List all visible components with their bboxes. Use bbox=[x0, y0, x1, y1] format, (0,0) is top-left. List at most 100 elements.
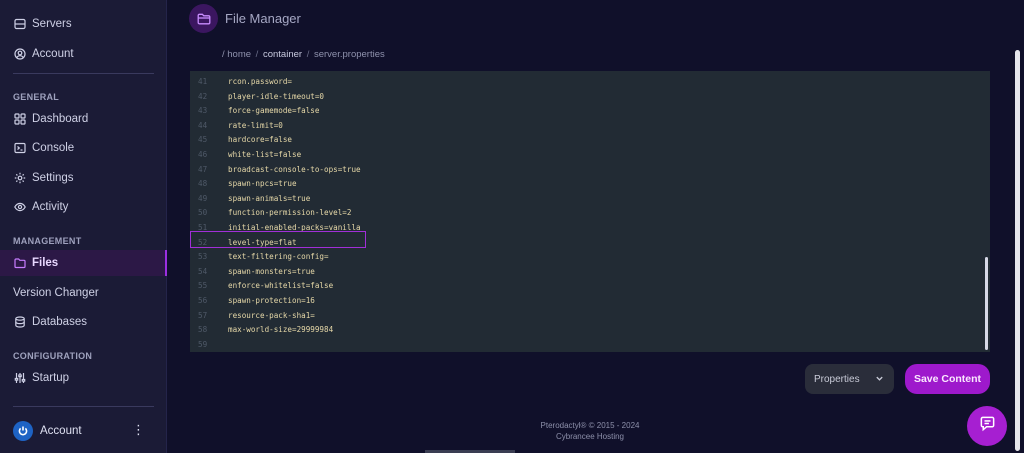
sidebar-divider bbox=[13, 73, 154, 74]
code-editor[interactable]: 41 rcon.password= 42 player-idle-timeout=0 4… bbox=[190, 71, 990, 352]
code-line[interactable]: 46 white-list=false bbox=[190, 148, 970, 163]
line-number: 53 bbox=[198, 252, 208, 262]
line-number: 45 bbox=[198, 135, 208, 145]
line-number: 55 bbox=[198, 281, 208, 291]
code-line[interactable]: 48 spawn-npcs=true bbox=[190, 177, 970, 192]
sidebar-item-account[interactable]: Account bbox=[0, 42, 167, 66]
chat-icon bbox=[979, 415, 996, 437]
code-line[interactable]: 59 bbox=[190, 338, 970, 353]
code-line[interactable]: 56 spawn-protection=16 bbox=[190, 294, 970, 309]
sliders-icon bbox=[13, 372, 26, 385]
line-code: resource-pack-sha1= bbox=[228, 310, 315, 320]
line-code: rate-limit=0 bbox=[228, 120, 283, 130]
line-number: 44 bbox=[198, 120, 208, 130]
page-title: File Manager bbox=[225, 11, 301, 26]
page-scrollbar[interactable] bbox=[1015, 50, 1020, 451]
footer-copyright: Pterodactyl® © 2015 - 2024 bbox=[540, 421, 640, 430]
sidebar-item-startup[interactable]: Startup bbox=[0, 366, 167, 390]
server-icon bbox=[13, 18, 26, 31]
mode-select-value: Properties bbox=[814, 373, 860, 385]
code-line[interactable]: 58 max-world-size=29999984 bbox=[190, 323, 970, 338]
line-number: 58 bbox=[198, 325, 208, 335]
code-line[interactable]: 55 enforce-whitelist=false bbox=[190, 279, 970, 294]
code-line[interactable]: 43 force-gamemode=false bbox=[190, 104, 970, 119]
sidebar-item-label: Servers bbox=[32, 18, 72, 30]
line-number: 48 bbox=[198, 179, 208, 189]
line-code: text-filtering-config= bbox=[228, 252, 329, 262]
line-code: spawn-animals=true bbox=[228, 193, 311, 203]
breadcrumb-file: server.properties bbox=[313, 49, 385, 60]
sidebar-item-label: Console bbox=[32, 142, 75, 154]
kebab-menu-icon[interactable]: ⋮ bbox=[132, 423, 145, 436]
line-code: spawn-protection=16 bbox=[228, 296, 315, 305]
code-line[interactable]: 53 text-filtering-config= bbox=[190, 250, 970, 265]
sidebar-item-label: Dashboard bbox=[32, 113, 89, 125]
save-content-button[interactable]: Save Content bbox=[905, 364, 990, 394]
sidebar-divider bbox=[13, 406, 154, 407]
line-number: 57 bbox=[198, 310, 208, 320]
sidebar-item-version-changer[interactable]: Version Changer bbox=[0, 281, 167, 305]
section-management: MANAGEMENT bbox=[13, 236, 82, 246]
line-code: max-world-size=29999984 bbox=[228, 325, 334, 335]
line-number: 46 bbox=[198, 150, 208, 159]
sidebar-item-console[interactable]: Console bbox=[0, 136, 167, 160]
line-code: spawn-monsters=true bbox=[228, 266, 315, 276]
sidebar-item-label: Databases bbox=[32, 316, 87, 328]
code-line[interactable]: 41 rcon.password= bbox=[190, 75, 970, 90]
sidebar-item-settings[interactable]: Settings bbox=[0, 166, 167, 190]
line-code: function-permission-level=2 bbox=[228, 208, 352, 218]
sidebar-footer-account[interactable]: Account ⋮ bbox=[0, 418, 167, 444]
line-code: force-gamemode=false bbox=[228, 106, 320, 116]
line-code: broadcast-console-to-ops=true bbox=[228, 164, 361, 174]
code-line[interactable]: 44 rate-limit=0 bbox=[190, 119, 970, 134]
sidebar-account-label: Account bbox=[40, 425, 82, 437]
folder-icon bbox=[13, 257, 26, 270]
sidebar-item-label: Activity bbox=[32, 201, 69, 213]
line-number: 59 bbox=[198, 339, 208, 349]
code-line[interactable]: 45 hardcore=false bbox=[190, 133, 970, 148]
sidebar-item-servers[interactable]: Servers bbox=[0, 12, 167, 36]
code-line[interactable]: 54 spawn-monsters=true bbox=[190, 265, 970, 280]
chat-button[interactable] bbox=[967, 406, 1007, 446]
line-code: white-list=false bbox=[228, 150, 302, 159]
code-line[interactable]: 50 function-permission-level=2 bbox=[190, 206, 970, 221]
sidebar-item-databases[interactable]: Databases bbox=[0, 310, 167, 334]
gear-icon bbox=[13, 172, 26, 185]
line-number: 49 bbox=[198, 193, 208, 203]
line-code: enforce-whitelist=false bbox=[228, 281, 334, 291]
line-number: 54 bbox=[198, 266, 208, 276]
line-number: 43 bbox=[198, 106, 208, 116]
line-number: 47 bbox=[198, 164, 208, 174]
sidebar-item-label: Account bbox=[32, 48, 74, 60]
sidebar: Servers Account GENERAL Dashboard Consol… bbox=[0, 0, 167, 453]
chevron-down-icon bbox=[875, 374, 884, 386]
editor-scrollbar-thumb[interactable] bbox=[985, 257, 988, 350]
sidebar-item-label: Startup bbox=[32, 372, 70, 384]
line-highlight bbox=[190, 231, 366, 248]
terminal-icon bbox=[13, 142, 26, 155]
eye-icon bbox=[13, 201, 26, 214]
sidebar-item-activity[interactable]: Activity bbox=[0, 195, 167, 219]
sidebar-item-label: Version Changer bbox=[13, 287, 99, 299]
code-line[interactable]: 47 broadcast-console-to-ops=true bbox=[190, 163, 970, 178]
sidebar-item-label: Files bbox=[32, 257, 59, 269]
line-code: rcon.password= bbox=[228, 77, 293, 86]
line-number: 56 bbox=[198, 296, 208, 305]
section-general: GENERAL bbox=[13, 92, 60, 102]
avatar bbox=[13, 421, 33, 441]
footer-host: Cybrancee Hosting bbox=[555, 432, 625, 441]
code-line[interactable]: 57 resource-pack-sha1= bbox=[190, 309, 970, 324]
code-line[interactable]: 49 spawn-animals=true bbox=[190, 192, 970, 207]
sidebar-item-dashboard[interactable]: Dashboard bbox=[0, 107, 167, 131]
folder-icon bbox=[189, 4, 218, 33]
code-line[interactable]: 42 player-idle-timeout=0 bbox=[190, 90, 970, 105]
line-code: spawn-npcs=true bbox=[228, 179, 297, 189]
line-number: 42 bbox=[198, 91, 208, 101]
database-icon bbox=[13, 316, 26, 329]
breadcrumb-container[interactable]: container bbox=[263, 49, 302, 60]
line-code: player-idle-timeout=0 bbox=[228, 91, 325, 101]
sidebar-item-files[interactable]: Files bbox=[0, 250, 167, 276]
mode-select[interactable]: Properties bbox=[805, 364, 894, 394]
breadcrumb: / home / container / server.properties bbox=[222, 49, 385, 60]
breadcrumb-home[interactable]: / home bbox=[222, 49, 251, 60]
